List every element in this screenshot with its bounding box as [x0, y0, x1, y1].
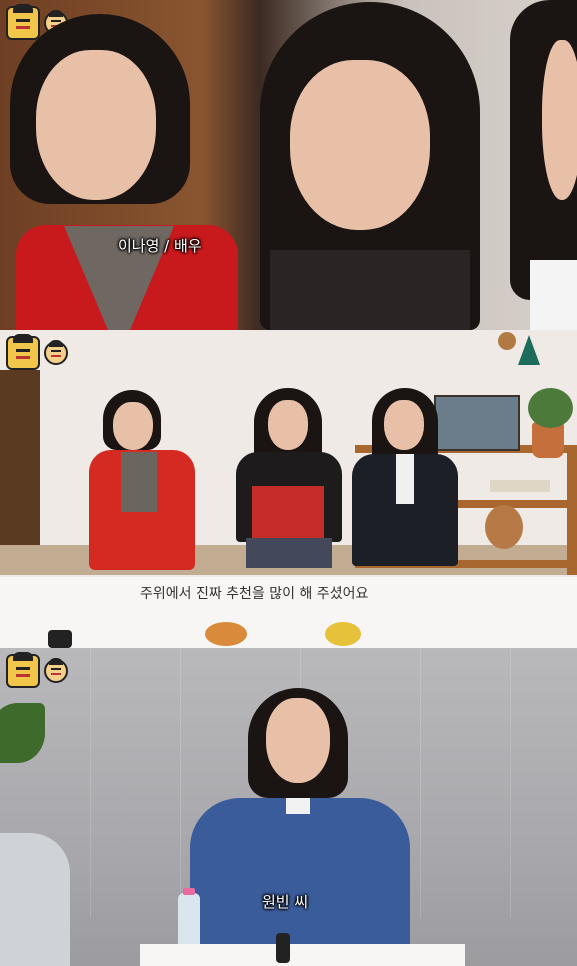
- door-frame: [0, 370, 40, 550]
- microphone: [276, 933, 290, 963]
- plant-leaves: [0, 703, 45, 763]
- snack-plate: [325, 622, 361, 646]
- channel-logo: [6, 334, 68, 370]
- woman-school-uniform: [350, 388, 460, 578]
- subtitle-caption: 주위에서 진짜 추천을 많이 해 주셨어요: [140, 586, 369, 602]
- plant: [528, 388, 573, 428]
- channel-logo: [6, 652, 68, 688]
- man-blue-cardigan: [190, 688, 410, 966]
- video-frame-2: 주위에서 진짜 추천을 많이 해 주셨어요: [0, 330, 577, 648]
- snack-bowl: [205, 622, 247, 646]
- woman-left: [0, 0, 250, 330]
- woman-center-knit: [230, 388, 350, 578]
- lamp: [518, 335, 540, 365]
- mascot-small-icon: [44, 340, 68, 365]
- guest-left-partial: [0, 833, 70, 966]
- mascot-icon: [6, 652, 40, 688]
- microphone: [48, 630, 72, 648]
- wall-decor: [498, 332, 516, 350]
- bottle-cap: [183, 888, 195, 895]
- subtitle-caption: 이나영 / 배우: [118, 237, 202, 255]
- subtitle-caption: 원빈 씨: [262, 893, 309, 911]
- video-frame-1: 이나영 / 배우: [0, 0, 577, 330]
- mascot-small-icon: [44, 658, 68, 683]
- woman-center: [240, 0, 500, 330]
- woman-red-cardigan: [85, 390, 200, 580]
- mascot-icon: [6, 334, 40, 370]
- video-frame-3: 원빈 씨: [0, 648, 577, 966]
- woman-right: [500, 0, 577, 330]
- table-top: [140, 944, 465, 966]
